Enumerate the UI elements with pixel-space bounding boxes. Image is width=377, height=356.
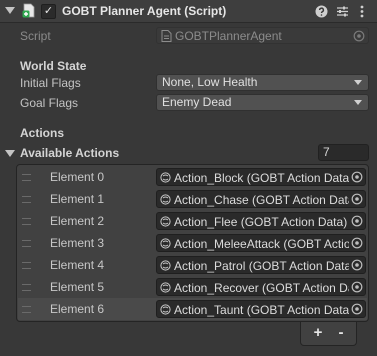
element-label: Element 3: [50, 236, 105, 250]
component-title: GOBT Planner Agent (Script): [62, 4, 227, 18]
remove-element-button[interactable]: -: [331, 325, 351, 341]
element-value: Action_Block (GOBT Action Data): [174, 171, 349, 185]
drag-handle-icon[interactable]: [22, 262, 31, 269]
object-picker-icon[interactable]: [351, 193, 363, 205]
help-icon: [315, 5, 327, 17]
drag-handle-icon[interactable]: [22, 196, 31, 203]
presets-button[interactable]: [334, 3, 350, 19]
scriptable-object-icon: [160, 172, 171, 183]
list-item[interactable]: Element 6 Action_Taunt (GOBT Action Data…: [18, 298, 367, 320]
available-actions-size: 7: [323, 145, 330, 159]
scriptable-object-icon: [160, 304, 171, 315]
element-value: Action_Taunt (GOBT Action Data): [174, 303, 349, 317]
drag-handle-icon[interactable]: [22, 218, 31, 225]
list-item[interactable]: Element 1 Action_Chase (GOBT Action Data…: [18, 188, 367, 210]
drag-handle-icon[interactable]: [22, 306, 31, 313]
element-object-field[interactable]: Action_MeleeAttack (GOBT Action Data): [156, 234, 366, 252]
element-label: Element 2: [50, 214, 105, 228]
scriptable-object-icon: [160, 260, 171, 271]
inspector-panel: ✓ GOBT Planner Agent (Script) Script GOB…: [0, 0, 377, 356]
object-picker-icon[interactable]: [351, 215, 363, 227]
fold-arrow-icon[interactable]: [5, 7, 15, 14]
list-item[interactable]: Element 3 Action_MeleeAttack (GOBT Actio…: [18, 232, 367, 254]
element-label: Element 5: [50, 280, 105, 294]
goal-flags-value: Enemy Dead: [162, 95, 232, 109]
object-picker-icon[interactable]: [351, 281, 363, 293]
scriptable-object-icon: [160, 194, 171, 205]
actions-heading: Actions: [20, 126, 65, 140]
element-value: Action_Patrol (GOBT Action Data): [174, 259, 349, 273]
script-file-icon: [161, 30, 172, 42]
script-label: Script: [20, 29, 51, 43]
element-object-field[interactable]: Action_Flee (GOBT Action Data): [156, 212, 366, 230]
script-field: GOBTPlannerAgent: [156, 27, 369, 44]
list-item[interactable]: Element 4 Action_Patrol (GOBT Action Dat…: [18, 254, 367, 276]
object-picker-icon[interactable]: [351, 171, 363, 183]
component-menu-button[interactable]: [354, 3, 370, 19]
script-icon: [22, 3, 35, 18]
element-object-field[interactable]: Action_Block (GOBT Action Data): [156, 168, 366, 186]
component-header[interactable]: ✓ GOBT Planner Agent (Script): [0, 0, 377, 23]
object-picker-icon[interactable]: [351, 237, 363, 249]
object-picker-icon: [353, 30, 365, 42]
list-item[interactable]: Element 2 Action_Flee (GOBT Action Data): [18, 210, 367, 232]
goal-flags-label: Goal Flags: [20, 96, 79, 110]
checkmark-icon: ✓: [43, 5, 54, 17]
scriptable-object-icon: [160, 216, 171, 227]
available-actions-label[interactable]: Available Actions: [20, 146, 119, 160]
available-actions-fold-icon[interactable]: [5, 150, 15, 157]
element-label: Element 1: [50, 192, 105, 206]
element-object-field[interactable]: Action_Taunt (GOBT Action Data): [156, 300, 366, 318]
world-state-heading: World State: [20, 59, 87, 73]
chevron-down-icon: [354, 80, 362, 85]
chevron-down-icon: [354, 100, 362, 105]
element-value: Action_MeleeAttack (GOBT Action Data): [174, 237, 349, 251]
element-value: Action_Chase (GOBT Action Data): [174, 193, 349, 207]
drag-handle-icon[interactable]: [22, 174, 31, 181]
kebab-menu-icon: [360, 5, 364, 17]
scriptable-object-icon: [160, 282, 171, 293]
initial-flags-value: None, Low Health: [162, 75, 258, 89]
element-label: Element 6: [50, 302, 105, 316]
goal-flags-dropdown[interactable]: Enemy Dead: [156, 94, 369, 111]
list-item[interactable]: Element 0 Action_Block (GOBT Action Data…: [18, 166, 367, 188]
element-value: Action_Flee (GOBT Action Data): [174, 215, 348, 229]
element-label: Element 4: [50, 258, 105, 272]
drag-handle-icon[interactable]: [22, 240, 31, 247]
element-object-field[interactable]: Action_Recover (GOBT Action Data): [156, 278, 366, 296]
element-object-field[interactable]: Action_Patrol (GOBT Action Data): [156, 256, 366, 274]
help-button[interactable]: [313, 3, 329, 19]
script-value: GOBTPlannerAgent: [175, 29, 282, 43]
list-item[interactable]: Element 5 Action_Recover (GOBT Action Da…: [18, 276, 367, 298]
available-actions-list: Element 0 Action_Block (GOBT Action Data…: [16, 164, 369, 322]
object-picker-icon[interactable]: [351, 303, 363, 315]
element-label: Element 0: [50, 170, 105, 184]
drag-handle-icon[interactable]: [22, 284, 31, 291]
component-enabled-checkbox[interactable]: ✓: [41, 4, 56, 19]
element-value: Action_Recover (GOBT Action Data): [174, 281, 349, 295]
scriptable-object-icon: [160, 238, 171, 249]
available-actions-size-field[interactable]: 7: [318, 144, 369, 161]
list-footer: + -: [300, 322, 357, 346]
add-element-button[interactable]: +: [308, 325, 328, 341]
presets-icon: [336, 6, 348, 16]
object-picker-icon[interactable]: [351, 259, 363, 271]
initial-flags-dropdown[interactable]: None, Low Health: [156, 74, 369, 91]
element-object-field[interactable]: Action_Chase (GOBT Action Data): [156, 190, 366, 208]
initial-flags-label: Initial Flags: [20, 76, 81, 90]
